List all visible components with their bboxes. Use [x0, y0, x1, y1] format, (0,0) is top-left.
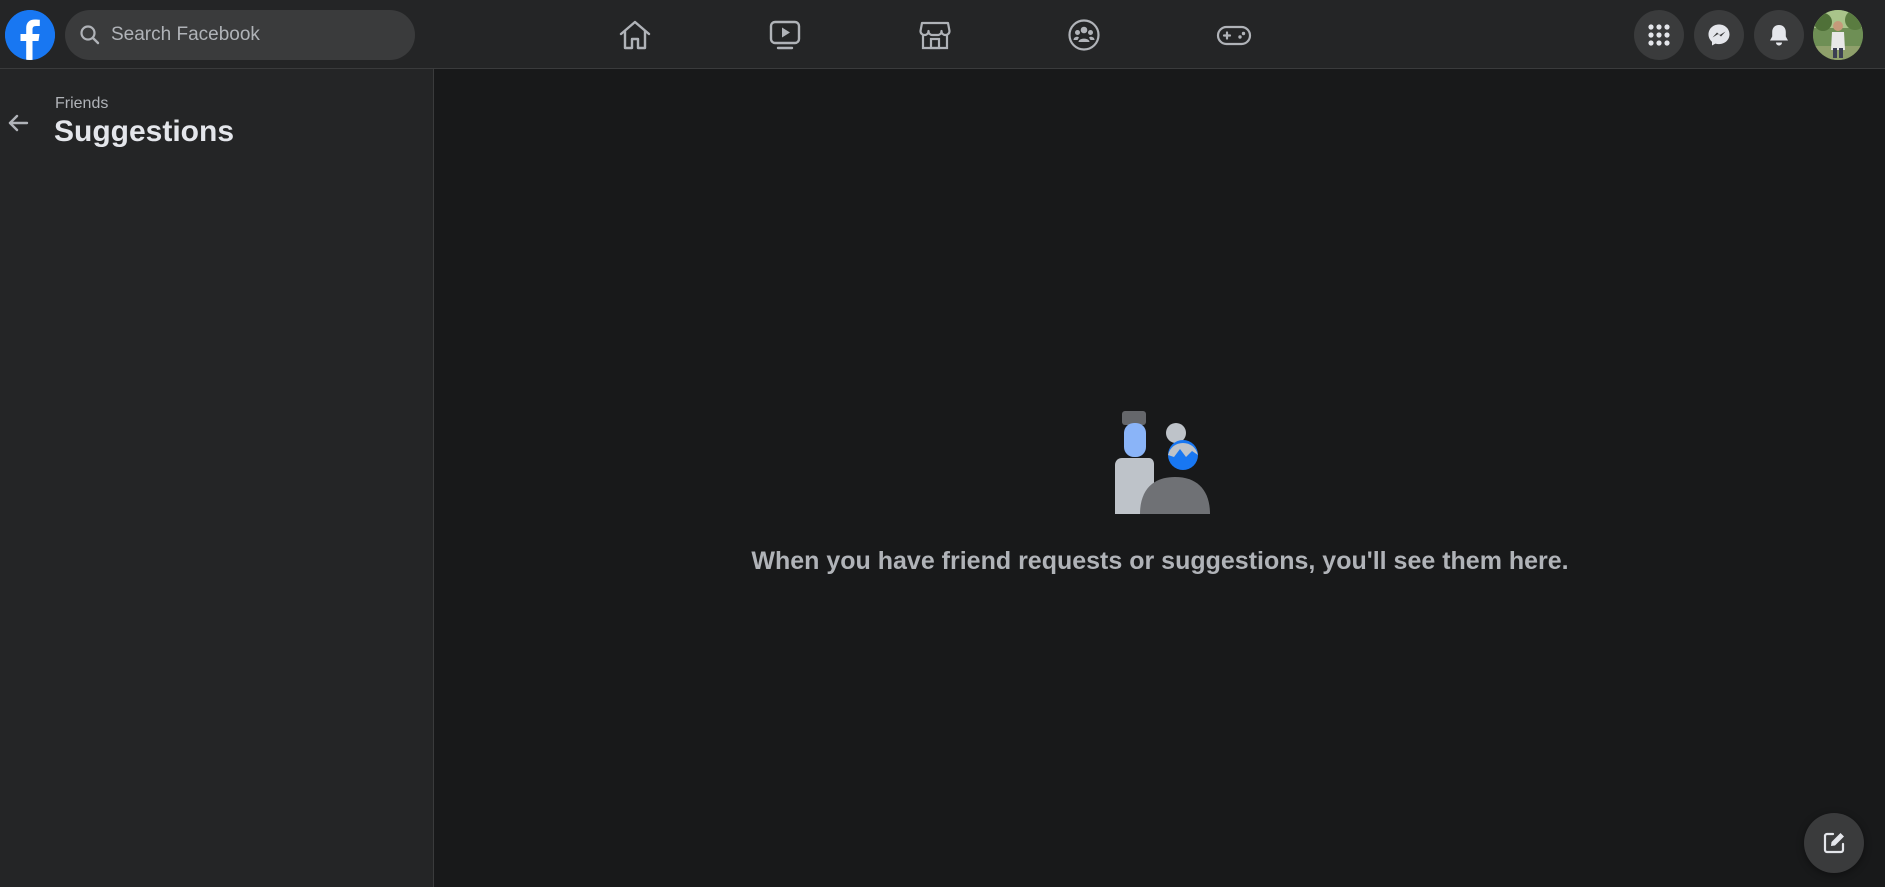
friends-illustration-icon	[1100, 411, 1220, 519]
breadcrumb[interactable]: Friends	[55, 95, 108, 113]
search-icon	[79, 24, 101, 46]
search-input[interactable]	[109, 23, 415, 47]
new-message-button[interactable]	[1804, 813, 1864, 873]
empty-state-message: When you have friend requests or suggest…	[751, 547, 1569, 575]
grid-menu-icon[interactable]	[1634, 10, 1684, 60]
bell-icon[interactable]	[1754, 10, 1804, 60]
messenger-icon[interactable]	[1694, 10, 1744, 60]
marketplace-icon[interactable]	[914, 14, 956, 56]
search-bar[interactable]	[65, 10, 415, 60]
sidebar: Friends Suggestions	[0, 69, 434, 887]
groups-icon[interactable]	[1063, 14, 1105, 56]
main-content: When you have friend requests or suggest…	[435, 69, 1885, 887]
facebook-logo-icon[interactable]	[5, 10, 55, 60]
arrow-left-icon	[8, 114, 29, 132]
new-message-icon	[1823, 832, 1845, 854]
gaming-icon[interactable]	[1213, 14, 1255, 56]
video-icon[interactable]	[764, 14, 806, 56]
top-navigation-bar	[0, 0, 1885, 69]
page-title: Suggestions	[54, 115, 235, 148]
home-icon[interactable]	[614, 14, 656, 56]
profile-avatar[interactable]	[1813, 10, 1863, 60]
back-button[interactable]	[4, 109, 32, 137]
